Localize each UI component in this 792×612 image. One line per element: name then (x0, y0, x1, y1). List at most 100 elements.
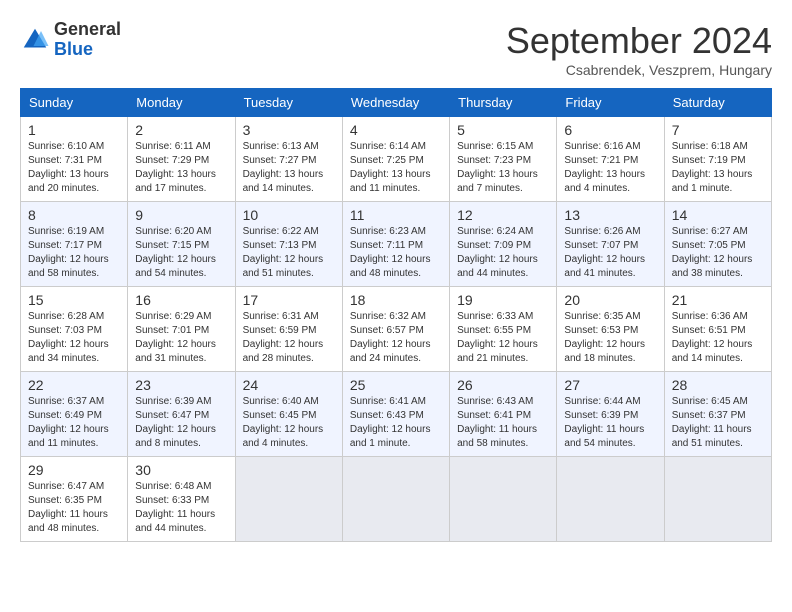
calendar-cell: 13Sunrise: 6:26 AMSunset: 7:07 PMDayligh… (557, 202, 664, 287)
day-info: Sunrise: 6:18 AMSunset: 7:19 PMDaylight:… (672, 140, 764, 196)
calendar-week-row: 8Sunrise: 6:19 AMSunset: 7:17 PMDaylight… (21, 202, 772, 287)
day-info: Sunrise: 6:24 AMSunset: 7:09 PMDaylight:… (457, 225, 549, 281)
calendar-cell: 8Sunrise: 6:19 AMSunset: 7:17 PMDaylight… (21, 202, 128, 287)
day-header-tuesday: Tuesday (235, 89, 342, 117)
calendar-cell: 19 Sunrise: 6:33 AMSunset: 6:55 PMDayligh… (450, 287, 557, 372)
calendar-cell (450, 457, 557, 542)
day-info: Sunrise: 6:29 AMSunset: 7:01 PMDaylight:… (135, 310, 227, 366)
calendar-week-row: 15 Sunrise: 6:28 AMSunset: 7:03 PMDayligh… (21, 287, 772, 372)
calendar-week-row: 29Sunrise: 6:47 AMSunset: 6:35 PMDayligh… (21, 457, 772, 542)
day-info: Sunrise: 6:23 AMSunset: 7:11 PMDaylight:… (350, 225, 442, 281)
day-info: Sunrise: 6:48 AMSunset: 6:33 PMDaylight:… (135, 480, 227, 536)
calendar-cell (664, 457, 771, 542)
calendar-cell: 12 Sunrise: 6:24 AMSunset: 7:09 PMDayligh… (450, 202, 557, 287)
day-info: Sunrise: 6:40 AMSunset: 6:45 PMDaylight:… (243, 395, 335, 451)
calendar-cell: 16 Sunrise: 6:29 AMSunset: 7:01 PMDayligh… (128, 287, 235, 372)
day-number: 12 (457, 207, 549, 223)
day-number: 16 (135, 292, 227, 308)
calendar-cell: 17 Sunrise: 6:31 AMSunset: 6:59 PMDayligh… (235, 287, 342, 372)
day-info: Sunrise: 6:13 AMSunset: 7:27 PMDaylight:… (243, 140, 335, 196)
day-number: 4 (350, 122, 442, 138)
day-info: Sunrise: 6:15 AMSunset: 7:23 PMDaylight:… (457, 140, 549, 196)
day-info: Sunrise: 6:28 AMSunset: 7:03 PMDaylight:… (28, 310, 120, 366)
day-info: Sunrise: 6:31 AMSunset: 6:59 PMDaylight:… (243, 310, 335, 366)
calendar-cell (235, 457, 342, 542)
calendar-cell: 15 Sunrise: 6:28 AMSunset: 7:03 PMDayligh… (21, 287, 128, 372)
day-header-monday: Monday (128, 89, 235, 117)
day-info: Sunrise: 6:45 AMSunset: 6:37 PMDaylight:… (672, 395, 764, 451)
calendar-cell: 2 Sunrise: 6:11 AMSunset: 7:29 PMDaylight… (128, 117, 235, 202)
calendar-cell (557, 457, 664, 542)
day-info: Sunrise: 6:37 AMSunset: 6:49 PMDaylight:… (28, 395, 120, 451)
day-number: 2 (135, 122, 227, 138)
day-info: Sunrise: 6:41 AMSunset: 6:43 PMDaylight:… (350, 395, 442, 451)
day-info: Sunrise: 6:33 AMSunset: 6:55 PMDaylight:… (457, 310, 549, 366)
day-number: 19 (457, 292, 549, 308)
day-info: Sunrise: 6:14 AMSunset: 7:25 PMDaylight:… (350, 140, 442, 196)
day-number: 6 (564, 122, 656, 138)
logo-blue-text: Blue (54, 39, 93, 59)
calendar-cell: 10 Sunrise: 6:22 AMSunset: 7:13 PMDayligh… (235, 202, 342, 287)
day-number: 13 (564, 207, 656, 223)
location-subtitle: Csabrendek, Veszprem, Hungary (506, 62, 772, 78)
calendar-cell: 7Sunrise: 6:18 AMSunset: 7:19 PMDaylight… (664, 117, 771, 202)
day-number: 28 (672, 377, 764, 393)
day-info: Sunrise: 6:39 AMSunset: 6:47 PMDaylight:… (135, 395, 227, 451)
logo-icon (20, 25, 50, 55)
day-info: Sunrise: 6:20 AMSunset: 7:15 PMDaylight:… (135, 225, 227, 281)
calendar-cell: 29Sunrise: 6:47 AMSunset: 6:35 PMDayligh… (21, 457, 128, 542)
day-number: 29 (28, 462, 120, 478)
day-header-friday: Friday (557, 89, 664, 117)
month-title: September 2024 (506, 20, 772, 62)
calendar-cell: 24 Sunrise: 6:40 AMSunset: 6:45 PMDayligh… (235, 372, 342, 457)
day-info: Sunrise: 6:11 AMSunset: 7:29 PMDaylight:… (135, 140, 227, 196)
day-header-saturday: Saturday (664, 89, 771, 117)
calendar-cell: 18 Sunrise: 6:32 AMSunset: 6:57 PMDayligh… (342, 287, 449, 372)
day-number: 17 (243, 292, 335, 308)
day-number: 25 (350, 377, 442, 393)
day-number: 15 (28, 292, 120, 308)
day-number: 11 (350, 207, 442, 223)
day-info: Sunrise: 6:43 AMSunset: 6:41 PMDaylight:… (457, 395, 549, 451)
calendar-cell: 22 Sunrise: 6:37 AMSunset: 6:49 PMDayligh… (21, 372, 128, 457)
logo-general-text: General (54, 19, 121, 39)
day-number: 1 (28, 122, 120, 138)
day-info: Sunrise: 6:16 AMSunset: 7:21 PMDaylight:… (564, 140, 656, 196)
day-number: 20 (564, 292, 656, 308)
day-info: Sunrise: 6:36 AMSunset: 6:51 PMDaylight:… (672, 310, 764, 366)
day-info: Sunrise: 6:44 AMSunset: 6:39 PMDaylight:… (564, 395, 656, 451)
calendar-cell: 20 Sunrise: 6:35 AMSunset: 6:53 PMDayligh… (557, 287, 664, 372)
calendar-cell: 25 Sunrise: 6:41 AMSunset: 6:43 PMDayligh… (342, 372, 449, 457)
day-number: 21 (672, 292, 764, 308)
day-number: 30 (135, 462, 227, 478)
day-number: 22 (28, 377, 120, 393)
calendar-header-row: SundayMondayTuesdayWednesdayThursdayFrid… (21, 89, 772, 117)
day-number: 23 (135, 377, 227, 393)
calendar-cell: 21 Sunrise: 6:36 AMSunset: 6:51 PMDayligh… (664, 287, 771, 372)
day-number: 3 (243, 122, 335, 138)
day-number: 18 (350, 292, 442, 308)
calendar-table: SundayMondayTuesdayWednesdayThursdayFrid… (20, 88, 772, 542)
day-info: Sunrise: 6:10 AMSunset: 7:31 PMDaylight:… (28, 140, 120, 196)
logo: General Blue (20, 20, 121, 60)
calendar-cell: 3 Sunrise: 6:13 AMSunset: 7:27 PMDaylight… (235, 117, 342, 202)
calendar-cell: 4 Sunrise: 6:14 AMSunset: 7:25 PMDaylight… (342, 117, 449, 202)
day-number: 10 (243, 207, 335, 223)
calendar-cell (342, 457, 449, 542)
calendar-cell: 28 Sunrise: 6:45 AMSunset: 6:37 PMDayligh… (664, 372, 771, 457)
day-header-wednesday: Wednesday (342, 89, 449, 117)
calendar-week-row: 22 Sunrise: 6:37 AMSunset: 6:49 PMDayligh… (21, 372, 772, 457)
day-number: 24 (243, 377, 335, 393)
day-info: Sunrise: 6:22 AMSunset: 7:13 PMDaylight:… (243, 225, 335, 281)
calendar-week-row: 1 Sunrise: 6:10 AMSunset: 7:31 PMDaylight… (21, 117, 772, 202)
day-number: 26 (457, 377, 549, 393)
day-number: 8 (28, 207, 120, 223)
day-header-thursday: Thursday (450, 89, 557, 117)
calendar-cell: 1 Sunrise: 6:10 AMSunset: 7:31 PMDaylight… (21, 117, 128, 202)
day-info: Sunrise: 6:32 AMSunset: 6:57 PMDaylight:… (350, 310, 442, 366)
calendar-cell: 14Sunrise: 6:27 AMSunset: 7:05 PMDayligh… (664, 202, 771, 287)
day-info: Sunrise: 6:35 AMSunset: 6:53 PMDaylight:… (564, 310, 656, 366)
calendar-cell: 27Sunrise: 6:44 AMSunset: 6:39 PMDayligh… (557, 372, 664, 457)
calendar-cell: 5Sunrise: 6:15 AMSunset: 7:23 PMDaylight… (450, 117, 557, 202)
calendar-cell: 6 Sunrise: 6:16 AMSunset: 7:21 PMDaylight… (557, 117, 664, 202)
